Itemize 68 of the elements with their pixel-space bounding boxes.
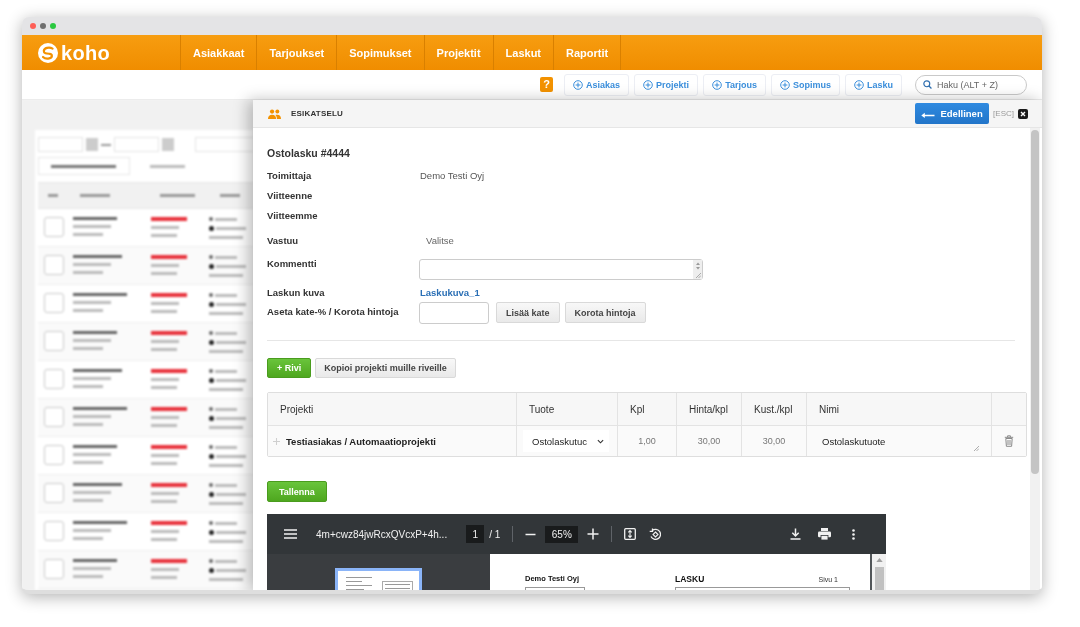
invoice-title: Ostolasku #4444 [267, 146, 351, 160]
modal-title: ESIKATSELU [291, 109, 344, 118]
logo-icon [38, 42, 58, 63]
zoom-field[interactable]: 65% [545, 525, 579, 543]
field-label: Toimittaja [267, 168, 313, 182]
resize-handle-icon[interactable] [973, 445, 979, 451]
fit-page-icon[interactable] [624, 528, 637, 540]
close-icon[interactable] [1018, 108, 1028, 119]
comment-field[interactable] [419, 259, 703, 280]
copy-project-button[interactable]: Kopioi projekti muille riveille [315, 358, 456, 378]
quick-add-button[interactable]: Sopimus [770, 73, 840, 96]
quantity-field[interactable]: 1,00 [623, 430, 671, 452]
back-button[interactable]: Edellinen [915, 103, 990, 124]
search-icon [923, 80, 932, 89]
page-count: / 1 [489, 528, 501, 540]
cost-field[interactable]: 30,00 [747, 430, 801, 452]
image-link[interactable]: Laskukuva_1 [420, 286, 480, 298]
product-select[interactable]: Ostolaskutuc [523, 430, 609, 452]
action-button[interactable]: Korota hintoja [564, 302, 646, 323]
scroll-up-icon[interactable] [875, 558, 883, 562]
plus-circle-icon [779, 79, 790, 90]
trash-icon[interactable] [1004, 435, 1014, 447]
document-title: LASKU [675, 574, 705, 584]
plus-circle-icon [854, 79, 864, 90]
price-field[interactable]: 30,00 [682, 430, 736, 452]
field-label: Vastuu [267, 233, 300, 247]
shortcut-hint: [ESC] [993, 109, 1014, 118]
quick-add-button[interactable]: Projekti [634, 73, 699, 96]
chevron-down-icon [597, 438, 604, 444]
action-button[interactable]: Lisää kate [496, 302, 560, 323]
download-icon[interactable] [790, 528, 801, 540]
resize-handle-icon[interactable] [694, 272, 701, 278]
save-button[interactable]: Tallenna [267, 481, 327, 502]
scrollbar[interactable] [1030, 128, 1040, 590]
column-header: Kpl [617, 393, 676, 425]
logo-text: koho [61, 42, 110, 63]
column-header: Kust./kpl [741, 393, 806, 425]
help-button[interactable]: ? [540, 77, 554, 92]
plus-circle-icon [643, 79, 654, 90]
add-row-button[interactable]: + Rivi [267, 358, 312, 378]
quick-add-button[interactable]: Tarjous [703, 73, 766, 96]
file-name: 4m+cwz84jwRcxQVcxP+4h... [316, 528, 448, 540]
column-header: Tuote [516, 393, 617, 425]
rotate-icon[interactable] [649, 528, 662, 540]
plus-circle-icon [712, 79, 723, 90]
page-number-field[interactable]: 1 [466, 525, 485, 543]
quick-add-button[interactable]: Asiakas [564, 73, 630, 96]
field-label: Aseta kate-% / Korota hintoja [267, 305, 400, 318]
margin-input[interactable] [419, 302, 489, 324]
print-icon[interactable] [818, 528, 831, 540]
column-header: Hinta/kpl [676, 393, 741, 425]
plus-circle-icon [573, 79, 584, 90]
project-name: Testiasiakas / Automaatioprojekti [286, 435, 436, 447]
name-field[interactable]: Ostolaskutuote [812, 429, 982, 453]
field-label: Viitteemme [267, 208, 319, 222]
menu-icon[interactable] [284, 529, 297, 539]
spinner-icon[interactable] [695, 262, 700, 270]
more-icon[interactable] [852, 528, 855, 540]
column-header: Projekti [279, 402, 315, 417]
field-value: Demo Testi Oyj [420, 169, 485, 181]
field-label: Laskun kuva [267, 285, 326, 299]
field-label: Viitteenne [267, 188, 314, 202]
responsible-select[interactable]: Valitse [420, 231, 460, 249]
users-icon [268, 108, 281, 119]
column-header: Nimi [806, 393, 991, 425]
search-field[interactable]: Haku (ALT + Z) [915, 74, 1027, 95]
quick-add-button[interactable]: Lasku [845, 73, 902, 96]
field-label: Kommentti [267, 257, 318, 270]
